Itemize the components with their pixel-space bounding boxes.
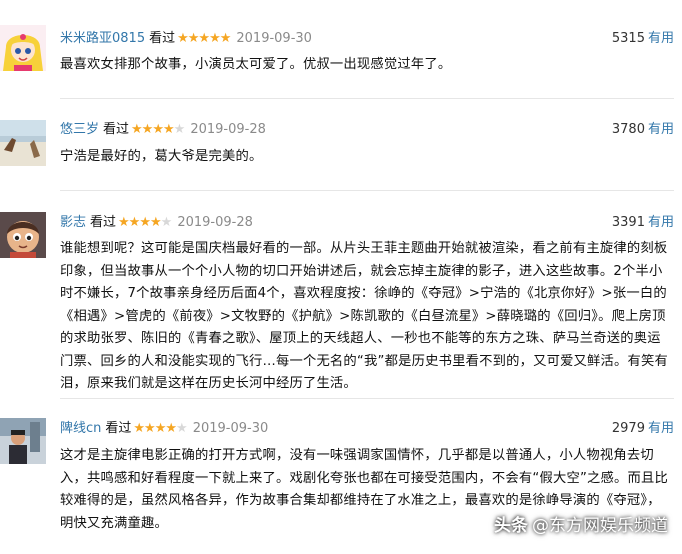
avatar[interactable] (0, 212, 46, 258)
author-link[interactable]: 悠三岁 (60, 122, 99, 137)
useful-button[interactable]: 有用 (648, 215, 674, 230)
watermark-source: @东方网娱乐频道 (532, 516, 668, 536)
review-date: 2019-09-28 (190, 122, 266, 137)
vote-box: 3780 有用 (612, 119, 674, 141)
divider (60, 190, 674, 191)
rating-stars: ★★★★★ (133, 421, 187, 436)
vote-box: 3391 有用 (612, 212, 674, 234)
vote-count: 3391 (611, 215, 645, 230)
avatar[interactable] (0, 25, 46, 71)
useful-button[interactable]: 有用 (648, 31, 674, 46)
watermark-platform: 头条 (494, 516, 528, 536)
vote-box: 5315 有用 (612, 28, 674, 50)
divider (60, 98, 674, 99)
useful-button[interactable]: 有用 (648, 122, 674, 137)
review-meta: 悠三岁 看过 ★★★★★ 2019-09-28 (60, 119, 266, 141)
vote-box: 2979 有用 (612, 418, 674, 440)
review-date: 2019-09-30 (192, 421, 269, 436)
watched-label: 看过 (90, 215, 117, 230)
watched-label: 看过 (103, 122, 130, 137)
rating-stars: ★★★★★ (118, 215, 172, 230)
author-link[interactable]: 陴线cn (60, 421, 101, 436)
watched-label: 看过 (149, 31, 176, 46)
author-link[interactable]: 影志 (60, 215, 86, 230)
review-text: 最喜欢女排那个故事，小演员太可爱了。优叔一出现感觉过年了。 (60, 57, 452, 72)
avatar[interactable] (0, 418, 46, 464)
vote-count: 2979 (611, 421, 645, 436)
rating-stars: ★★★★★ (131, 122, 185, 137)
author-link[interactable]: 米米路亚0815 (60, 31, 145, 46)
review-meta: 陴线cn 看过 ★★★★★ 2019-09-30 (60, 418, 268, 440)
review-meta: 影志 看过 ★★★★★ 2019-09-28 (60, 212, 253, 234)
useful-button[interactable]: 有用 (648, 421, 674, 436)
review-text: 谁能想到呢？这可能是国庆档最好看的一部。从片头王菲主题曲开始就被渲染，看之前有主… (60, 241, 669, 391)
vote-count: 3780 (611, 122, 645, 137)
divider (60, 398, 674, 399)
review-date: 2019-09-30 (236, 31, 312, 46)
avatar[interactable] (0, 120, 46, 166)
vote-count: 5315 (611, 31, 645, 46)
review-meta: 米米路亚0815 看过 ★★★★★ 2019-09-30 (60, 28, 312, 50)
watched-label: 看过 (105, 421, 132, 436)
review-text: 宁浩是最好的，葛大爷是完美的。 (60, 149, 263, 164)
review-date: 2019-09-28 (177, 215, 253, 230)
rating-stars: ★★★★★ (177, 31, 231, 46)
watermark: 头条 @东方网娱乐频道 (494, 512, 668, 540)
